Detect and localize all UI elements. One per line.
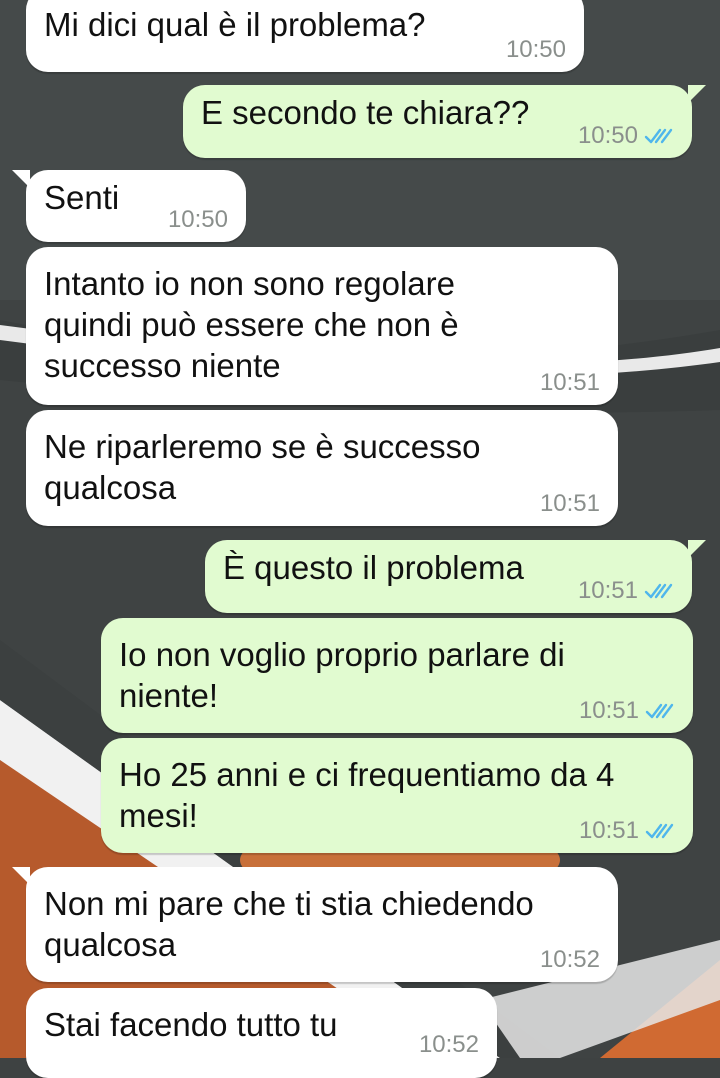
message-time: 10:52 [418,1031,479,1058]
message-time: 10:50 [167,206,228,233]
message-meta: 10:50 [578,123,674,149]
message-bubble-incoming[interactable]: Ne riparleremo se è successo qualcosa 10… [26,410,618,526]
message-time: 10:51 [539,490,600,517]
message-time: 10:50 [505,36,566,63]
message-bubble-outgoing[interactable]: E secondo te chiara?? 10:50 [183,85,706,158]
message-meta: 10:50 [168,207,228,233]
message-bubble-incoming[interactable]: Non mi pare che ti stia chiedendo qualco… [12,867,618,982]
message-meta: 10:50 [506,37,566,63]
read-ticks-icon [644,583,673,599]
message-meta: 10:51 [540,370,600,396]
message-meta: 10:52 [419,1032,479,1058]
message-bubble-incoming[interactable]: Intanto io non sono regolare quindi può … [26,247,618,405]
message-text: Non mi pare che ti stia chiedendo qualco… [44,885,534,963]
read-ticks-icon [645,703,674,719]
read-ticks-icon [644,128,673,144]
message-meta: 10:52 [540,947,600,973]
message-time: 10:52 [539,946,600,973]
message-time: 10:51 [577,577,638,604]
message-text: Mi dici qual è il problema? [44,6,426,43]
message-bubble-outgoing[interactable]: Io non voglio proprio parlare di niente!… [101,618,693,733]
message-time: 10:51 [578,697,639,724]
message-bubble-outgoing[interactable]: È questo il problema 10:51 [205,540,706,613]
message-text: Intanto io non sono regolare quindi può … [44,265,459,384]
message-meta: 10:51 [578,578,674,604]
message-time: 10:51 [539,369,600,396]
message-bubble-incoming[interactable]: Stai facendo tutto tu 10:52 [26,988,497,1078]
message-time: 10:50 [577,122,638,149]
message-bubble-incoming[interactable]: Senti 10:50 [12,170,246,242]
message-bubble-incoming[interactable]: Mi dici qual è il problema? 10:50 [26,0,584,72]
message-meta: 10:51 [540,491,600,517]
message-list[interactable]: Mi dici qual è il problema? 10:50 E seco… [0,0,720,1078]
message-text: Stai facendo tutto tu [44,1006,338,1043]
message-meta: 10:51 [579,818,675,844]
read-ticks-icon [645,823,674,839]
message-bubble-outgoing[interactable]: Ho 25 anni e ci frequentiamo da 4 mesi! … [101,738,693,853]
message-text: Ne riparleremo se è successo qualcosa [44,428,481,506]
message-meta: 10:51 [579,698,675,724]
message-time: 10:51 [578,817,639,844]
